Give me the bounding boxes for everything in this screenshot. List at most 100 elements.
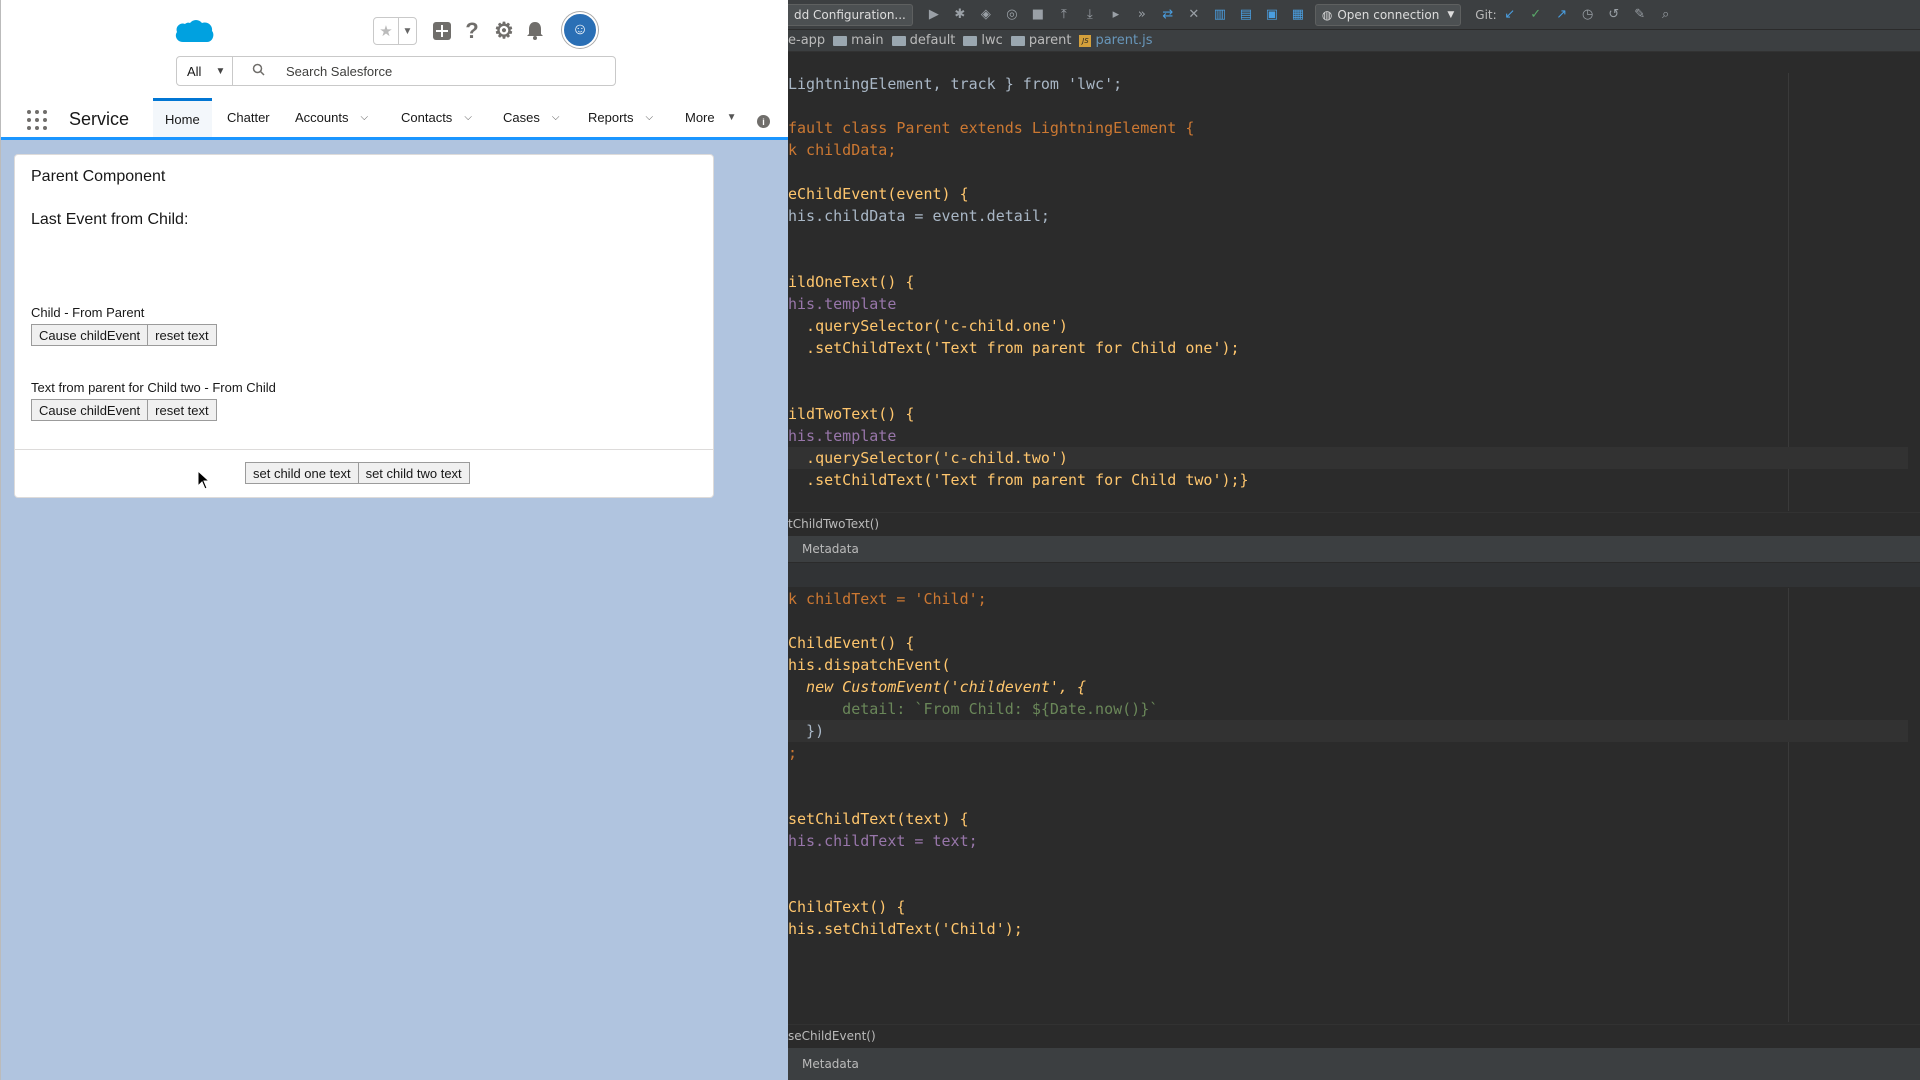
reset-text-button[interactable]: reset text	[148, 324, 217, 346]
tab-cases[interactable]: Cases ⌵	[503, 98, 559, 137]
code-line: setChildText(text) {	[788, 810, 969, 828]
code-line: detail: `From Child: ${Date.now()}`	[788, 700, 1159, 718]
ide-pane: dd Configuration... ▶ ✱ ◈ ◎ ■ ⤒ ⤓ ▸ » ⇄ …	[788, 0, 1920, 1080]
chevron-down-icon[interactable]: ▼	[727, 112, 737, 123]
child-one-label: Child - From Parent	[31, 305, 145, 320]
global-header: ★ ▼ ? ⚙ ☺ All ▼	[1, 0, 788, 98]
code-line: his.setChildText('Child');	[788, 920, 1023, 938]
structure-breadcrumb[interactable]: seChildEvent()	[788, 1024, 1920, 1046]
run-config-label: dd Configuration...	[794, 7, 906, 22]
chevron-down-icon[interactable]: ▼	[399, 18, 416, 44]
download-icon[interactable]: ⤓	[1077, 7, 1103, 22]
chevron-down-icon[interactable]: ⌵	[646, 112, 654, 123]
search-icon[interactable]: ⌕	[1653, 7, 1679, 22]
code-line: his.childText = text;	[788, 832, 978, 850]
add-icon[interactable]	[429, 17, 455, 45]
code-editor-parent[interactable]: LightningElement, track } from 'lwc'; fa…	[788, 73, 1920, 511]
global-search-box[interactable]	[232, 56, 616, 86]
compare-icon[interactable]: ⇄	[1155, 7, 1181, 22]
search-scope-select[interactable]: All ▼	[176, 56, 233, 86]
last-event-label: Last Event from Child:	[31, 211, 189, 228]
git-push-icon[interactable]: ↗	[1549, 7, 1575, 22]
step-icon[interactable]: ▸	[1103, 7, 1129, 22]
info-icon[interactable]: i	[757, 115, 770, 128]
code-line: eChildEvent(event) {	[788, 185, 969, 203]
tab-metadata[interactable]: Metadata	[802, 1057, 859, 1071]
structure-breadcrumb[interactable]: tChildTwoText()	[788, 512, 1920, 534]
chart-icon[interactable]: ▥	[1207, 7, 1233, 22]
chevron-down-icon[interactable]: ⌵	[360, 112, 368, 123]
open-connection-label: Open connection	[1337, 7, 1440, 22]
code-line: fault class Parent extends LightningElem…	[788, 119, 1195, 137]
tab-home[interactable]: Home	[153, 98, 212, 137]
code-line: .setChildText('Text from parent for Chil…	[788, 339, 1240, 357]
git-commit-icon[interactable]: ✓	[1523, 7, 1549, 22]
breadcrumb-item[interactable]: parent	[1010, 33, 1071, 48]
salesforce-browser-pane: ★ ▼ ? ⚙ ☺ All ▼ Service Home	[0, 0, 788, 1080]
code-line: .querySelector('c-child.two')	[788, 447, 1908, 469]
tab-metadata[interactable]: Metadata	[802, 542, 859, 556]
reset-text-button[interactable]: reset text	[148, 399, 217, 421]
history-icon[interactable]: ◷	[1575, 7, 1601, 22]
debug-icon[interactable]: ✱	[947, 7, 973, 22]
salesforce-cloud-icon[interactable]	[174, 18, 214, 46]
code-line: LightningElement, track } from 'lwc';	[788, 75, 1123, 93]
code-line: ChildText() {	[788, 898, 906, 916]
help-icon[interactable]: ?	[459, 17, 485, 45]
gear-icon[interactable]: ⚙	[491, 17, 517, 45]
tab-more[interactable]: More ▼	[685, 98, 737, 137]
chevron-down-icon[interactable]: ⌵	[464, 112, 472, 123]
child-two-label: Text from parent for Child two - From Ch…	[31, 380, 276, 395]
fast-forward-icon[interactable]: »	[1129, 7, 1155, 22]
upload-icon[interactable]: ⤒	[1051, 7, 1077, 22]
chevron-down-icon[interactable]: ⌵	[552, 112, 560, 123]
rollback-icon[interactable]: ↺	[1601, 7, 1627, 22]
child-two-buttons: Cause childEvent reset text	[31, 399, 217, 421]
code-line: k childData;	[788, 141, 897, 159]
code-line: })	[788, 720, 1908, 742]
tab-chatter[interactable]: Chatter	[227, 98, 270, 137]
breadcrumb-item[interactable]: lwc	[963, 33, 1003, 48]
editor-bottom-tabs: Metadata	[788, 536, 1920, 562]
open-connection-dropdown[interactable]: ◍ Open connection ▼	[1314, 3, 1462, 26]
breadcrumb: e-app main default lwc parent JS parent.j…	[788, 30, 1920, 52]
run-config-dropdown[interactable]: dd Configuration...	[788, 3, 913, 26]
app-nav-bar: Service Home Chatter Accounts ⌵ Contacts…	[1, 98, 788, 140]
bell-icon[interactable]	[522, 17, 548, 45]
panel-icon[interactable]: ▣	[1259, 7, 1285, 22]
folder-icon[interactable]: ▦	[1285, 7, 1311, 22]
wrench-icon[interactable]: ✎	[1627, 7, 1653, 22]
git-update-icon[interactable]: ↙	[1497, 7, 1523, 22]
coverage-icon[interactable]: ◈	[973, 7, 999, 22]
app-launcher-icon[interactable]	[27, 110, 47, 130]
search-input[interactable]	[286, 63, 586, 79]
tab-reports[interactable]: Reports ⌵	[588, 98, 653, 137]
run-icon[interactable]: ▶	[921, 7, 947, 22]
code-line: .querySelector('c-child.one')	[788, 317, 1068, 335]
window-icon[interactable]: ▤	[1233, 7, 1259, 22]
editor-splitter[interactable]	[788, 562, 1920, 588]
breadcrumb-item[interactable]: main	[833, 33, 884, 48]
chevron-down-icon: ▼	[215, 65, 226, 77]
tab-accounts[interactable]: Accounts ⌵	[295, 98, 368, 137]
set-child-one-text-button[interactable]: set child one text	[245, 462, 359, 484]
tab-label: Home	[165, 111, 200, 127]
stop-icon[interactable]: ■	[1025, 7, 1051, 22]
breadcrumb-item[interactable]: default	[891, 33, 955, 48]
close-icon[interactable]: ✕	[1181, 7, 1207, 22]
globe-icon: ◍	[1321, 7, 1333, 22]
card-title: Parent Component	[31, 168, 166, 185]
avatar[interactable]: ☺	[562, 12, 598, 48]
profile-icon[interactable]: ◎	[999, 7, 1025, 22]
tab-contacts[interactable]: Contacts ⌵	[401, 98, 472, 137]
cause-child-event-button[interactable]: Cause childEvent	[31, 324, 149, 346]
breadcrumb-item[interactable]: JS parent.js	[1079, 33, 1153, 48]
star-icon[interactable]: ★	[374, 18, 399, 44]
folder-icon	[833, 35, 848, 46]
cause-child-event-button[interactable]: Cause childEvent	[31, 399, 149, 421]
tab-label: Cases	[503, 110, 540, 125]
set-child-two-text-button[interactable]: set child two text	[358, 462, 470, 484]
breadcrumb-item[interactable]: e-app	[788, 33, 825, 48]
favorites-button[interactable]: ★ ▼	[373, 17, 417, 45]
code-editor-child[interactable]: k childText = 'Child'; ChildEvent() { hi…	[788, 588, 1920, 1022]
